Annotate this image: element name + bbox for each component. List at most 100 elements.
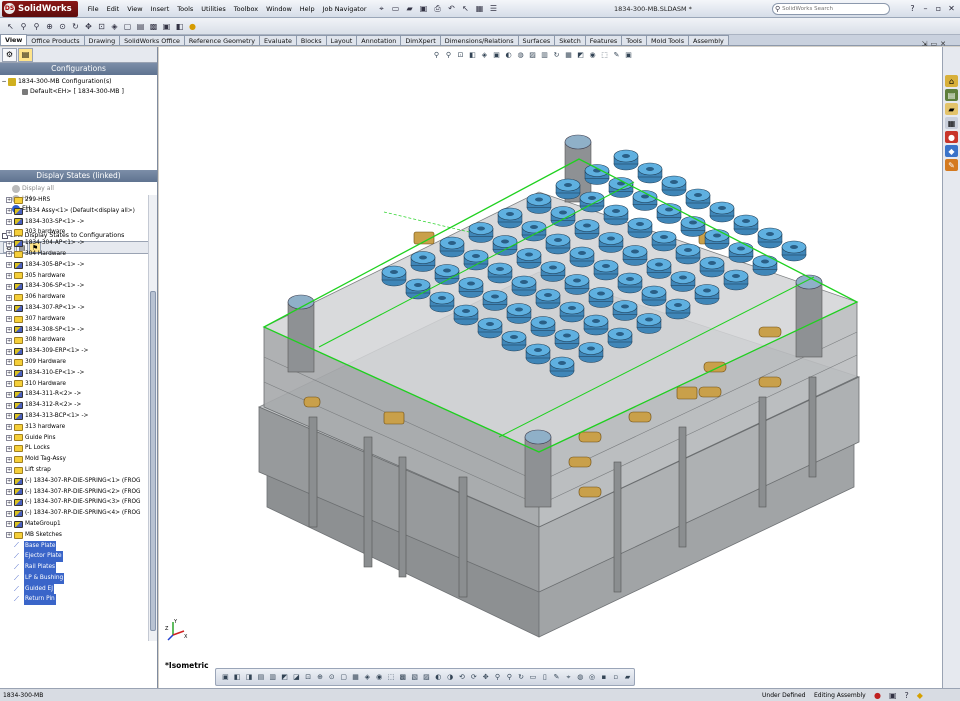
view-tool-icon[interactable]: ◨ (244, 672, 255, 683)
tree-folder-item[interactable]: +309 Hardware (0, 357, 148, 368)
tree-sketch-item[interactable]: ⟋ Return Pin (0, 594, 148, 606)
rebuild-icon[interactable]: ▦ (474, 3, 486, 15)
expand-icon[interactable]: + (6, 521, 12, 528)
feature-tree-tab-icon[interactable]: ⚙ (2, 47, 17, 62)
tree-sketch-item[interactable]: ⟋ Base Plate (0, 540, 148, 552)
menu-window[interactable]: Window (262, 0, 296, 18)
tree-component-item[interactable]: +1834 Assy<1> (Default<display all>) (0, 206, 148, 217)
expand-icon[interactable]: + (6, 402, 12, 409)
zoom-fit-icon[interactable]: ⚲ (18, 21, 29, 32)
expand-icon[interactable]: + (6, 283, 12, 290)
previous-view-icon[interactable]: ⊡ (96, 21, 107, 32)
select-arrow-icon[interactable]: ↖ (5, 21, 16, 32)
tree-folder-item[interactable]: +299-HRS (0, 195, 148, 206)
tree-component-item[interactable]: + MateGroup1 (0, 519, 148, 530)
file-explorer-icon[interactable]: ▰ (945, 103, 958, 115)
tree-folder-item[interactable]: + Mold Tag-Assy (0, 454, 148, 465)
tree-folder-item[interactable]: +306 hardware (0, 292, 148, 303)
tree-component-item[interactable]: +1834-303-SP<1> -> (0, 217, 148, 228)
search-input[interactable] (782, 6, 873, 12)
menu-edit[interactable]: Edit (103, 0, 124, 18)
expand-icon[interactable]: + (6, 391, 12, 398)
tab-mold-tools[interactable]: Mold Tools (646, 35, 690, 45)
expand-icon[interactable]: + (6, 240, 12, 247)
view-tool-icon[interactable]: ▯ (539, 672, 550, 683)
tab-drawing[interactable]: Drawing (83, 35, 121, 45)
tree-folder-item[interactable]: +310 Hardware (0, 379, 148, 390)
tree-component-item[interactable]: +1834-306-SP<1> -> (0, 281, 148, 292)
tab-features[interactable]: Features (584, 35, 623, 45)
view-tool-icon[interactable]: ◉ (374, 672, 385, 683)
tree-folder-item[interactable]: + PL Locks (0, 443, 148, 454)
tab-reference-geometry[interactable]: Reference Geometry (183, 35, 260, 45)
expand-icon[interactable]: + (6, 272, 12, 279)
view-tool-icon[interactable]: ◩ (279, 672, 290, 683)
view-tool-icon[interactable]: ▨ (421, 672, 432, 683)
view-tool-icon[interactable]: ▭ (528, 672, 539, 683)
view-tool-icon[interactable]: ◐ (433, 672, 444, 683)
view-tool-icon[interactable]: ◎ (587, 672, 598, 683)
tree-folder-item[interactable]: + Guide Pins (0, 433, 148, 444)
view-tool-icon[interactable]: ⟲ (457, 672, 468, 683)
tree-folder-item[interactable]: + Lift strap (0, 465, 148, 476)
tree-component-item[interactable]: + (-) 1834-307-RP-DIE-SPRING<1> (FROG (0, 476, 148, 487)
section-view-icon[interactable]: ◧ (174, 21, 185, 32)
view-tool-icon[interactable]: ▤ (255, 672, 266, 683)
tab-solidworks-office[interactable]: SolidWorks Office (119, 35, 185, 45)
expand-icon[interactable]: + (6, 262, 12, 269)
view-tool-icon[interactable]: ⌖ (563, 672, 574, 683)
select-icon[interactable]: ↖ (460, 3, 472, 15)
tree-component-item[interactable]: +1834-312-R<2> -> (0, 400, 148, 411)
tree-sketch-item[interactable]: ⟋ Rail Plates (0, 562, 148, 573)
design-library-icon[interactable]: ▤ (945, 89, 958, 101)
view-tool-icon[interactable]: ✥ (480, 672, 491, 683)
tab-layout[interactable]: Layout (325, 35, 358, 45)
pan-icon[interactable]: ✥ (83, 21, 94, 32)
pin-icon[interactable]: ⌖ (376, 3, 388, 15)
expand-icon[interactable]: + (6, 370, 12, 377)
resources-icon[interactable]: ⌂ (945, 75, 958, 87)
view-palette-icon[interactable]: ▦ (945, 117, 958, 129)
tab-annotation[interactable]: Annotation (356, 35, 402, 45)
view-tool-icon[interactable]: ▪ (599, 672, 610, 683)
view-tool-icon[interactable]: ⟳ (468, 672, 479, 683)
expand-icon[interactable]: + (6, 488, 12, 495)
view-tool-icon[interactable]: ⊡ (303, 672, 314, 683)
tab-blocks[interactable]: Blocks (295, 35, 327, 45)
view-tool-icon[interactable]: ⊙ (326, 672, 337, 683)
shaded-edges-icon[interactable]: ▣ (161, 21, 172, 32)
view-tool-icon[interactable]: ✎ (551, 672, 562, 683)
view-tool-icon[interactable]: ▫ (610, 672, 621, 683)
close-icon[interactable]: ✕ (945, 2, 958, 15)
view-orientation-icon[interactable]: ◈ (109, 21, 120, 32)
minimize-icon[interactable]: – (919, 2, 932, 15)
tree-folder-item[interactable]: +308 hardware (0, 335, 148, 346)
view-tool-icon[interactable]: ⚲ (504, 672, 515, 683)
expand-icon[interactable]: + (6, 251, 12, 258)
expand-icon[interactable]: + (6, 532, 12, 539)
options-icon[interactable]: ☰ (488, 3, 500, 15)
view-tool-icon[interactable]: ◍ (575, 672, 586, 683)
expand-icon[interactable]: + (6, 229, 12, 236)
tree-sketch-item[interactable]: ⟋ LP & Bushing (0, 572, 148, 584)
appearance-icon[interactable]: ● (187, 21, 198, 32)
view-tool-icon[interactable]: ⬚ (386, 672, 397, 683)
view-tool-icon[interactable]: ▩ (397, 672, 408, 683)
options-status-icon[interactable]: ▣ (889, 691, 897, 700)
tab-dimxpert[interactable]: DimXpert (400, 35, 441, 45)
tab-view[interactable]: View (0, 34, 28, 45)
shaded-icon[interactable]: ▩ (148, 21, 159, 32)
expand-icon[interactable]: + (6, 348, 12, 355)
tab-assembly[interactable]: Assembly (688, 35, 729, 45)
tree-folder-item[interactable]: + MB Sketches (0, 530, 148, 541)
menu-insert[interactable]: Insert (147, 0, 174, 18)
hidden-lines-icon[interactable]: ▤ (135, 21, 146, 32)
expand-icon[interactable]: + (6, 424, 12, 431)
wireframe-icon[interactable]: ▢ (122, 21, 133, 32)
view-tool-icon[interactable]: ▥ (267, 672, 278, 683)
tab-evaluate[interactable]: Evaluate (258, 35, 297, 45)
tree-folder-item[interactable]: +313 hardware (0, 422, 148, 433)
scrollbar-thumb[interactable] (150, 291, 156, 631)
collapse-icon[interactable]: − (0, 77, 8, 87)
tree-component-item[interactable]: +1834-305-BP<1> -> (0, 260, 148, 271)
